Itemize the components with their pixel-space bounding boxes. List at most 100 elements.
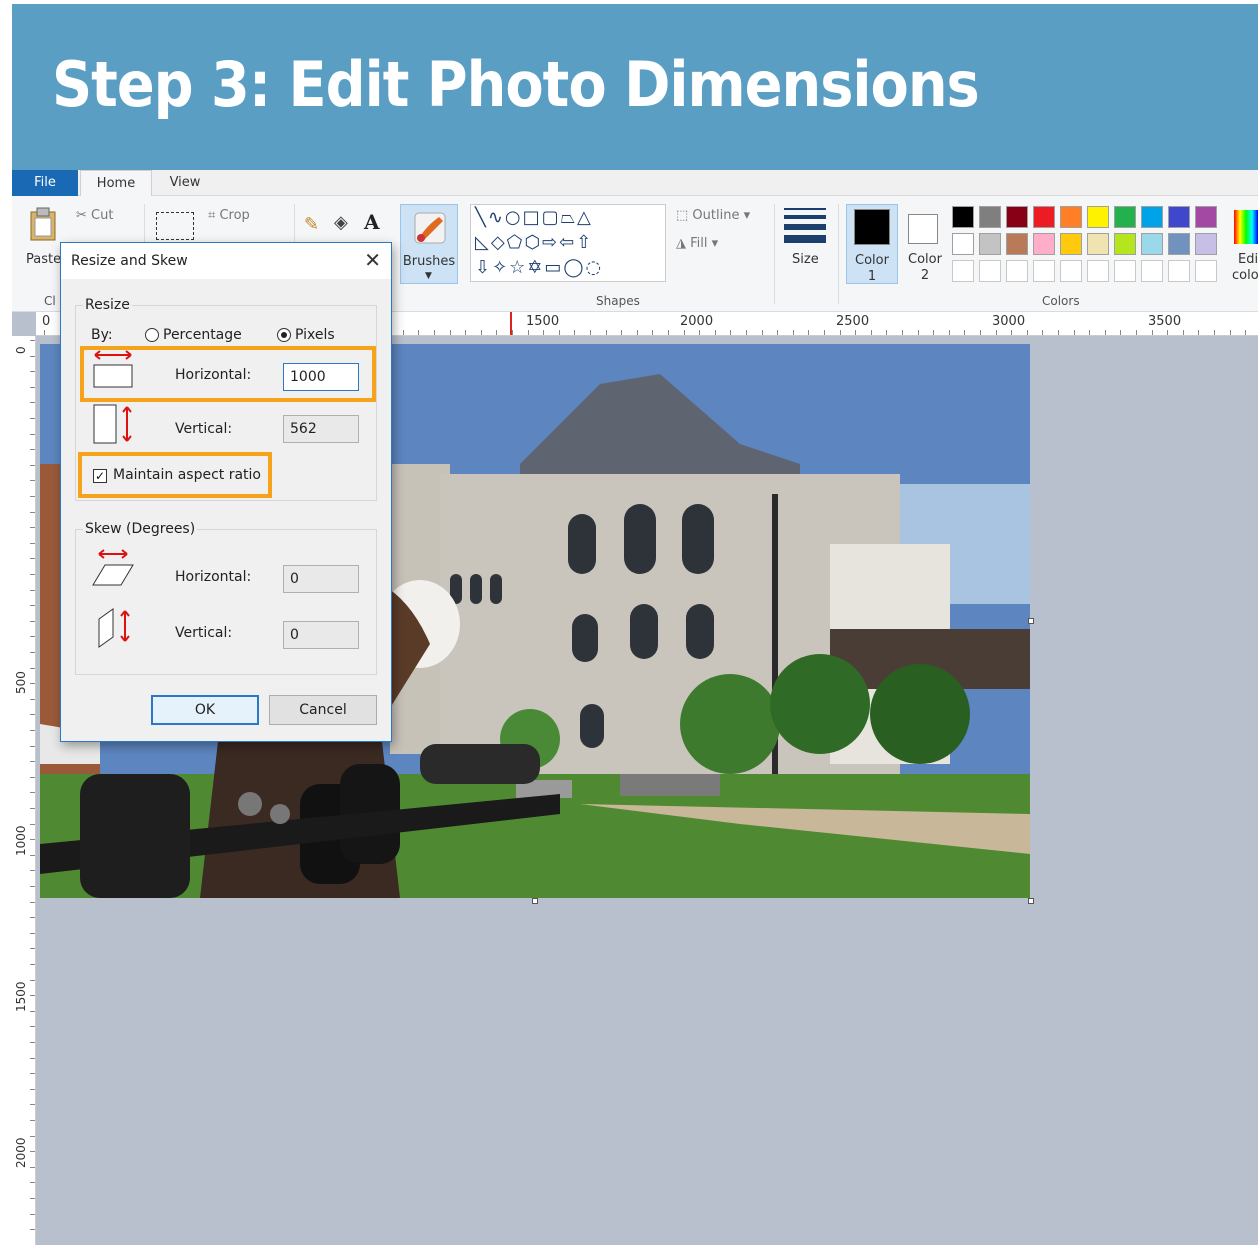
size-label[interactable]: Size bbox=[792, 252, 819, 267]
fill-button[interactable]: ◮ Fill ▾ bbox=[676, 236, 718, 251]
ok-button[interactable]: OK bbox=[151, 695, 259, 725]
ruler-tick bbox=[30, 433, 35, 435]
resize-handle[interactable] bbox=[532, 898, 538, 904]
pixels-label[interactable]: Pixels bbox=[295, 327, 335, 343]
edit-colors-button[interactable]: Edi colo bbox=[1230, 204, 1258, 284]
paste-icon[interactable] bbox=[28, 206, 58, 242]
ruler-tick bbox=[543, 330, 545, 335]
color-swatch[interactable] bbox=[979, 233, 1001, 255]
ruler-tick bbox=[30, 823, 35, 825]
ruler-tick bbox=[621, 330, 623, 335]
color-swatch[interactable] bbox=[1114, 260, 1136, 282]
color-swatch[interactable] bbox=[1087, 260, 1109, 282]
color2-label: Color bbox=[908, 252, 942, 267]
cut-button[interactable]: ✂ Cut bbox=[76, 208, 113, 223]
tab-file[interactable]: File bbox=[12, 170, 78, 196]
close-icon[interactable]: ✕ bbox=[364, 250, 381, 270]
resize-handle[interactable] bbox=[1028, 618, 1034, 624]
ruler-tick bbox=[558, 330, 560, 335]
percentage-radio[interactable] bbox=[145, 328, 159, 342]
ruler-tick bbox=[1245, 330, 1247, 335]
cancel-button[interactable]: Cancel bbox=[269, 695, 377, 725]
color-swatch[interactable] bbox=[952, 206, 974, 228]
ruler-tick bbox=[761, 330, 763, 335]
color2-button[interactable]: Color 2 bbox=[902, 204, 948, 284]
ruler-tick bbox=[30, 558, 35, 560]
select-icon[interactable] bbox=[156, 212, 194, 240]
color-swatch[interactable] bbox=[1087, 206, 1109, 228]
color-swatch[interactable] bbox=[1087, 233, 1109, 255]
color-swatch[interactable] bbox=[1006, 260, 1028, 282]
ruler-tick bbox=[30, 511, 35, 513]
shapes-gallery[interactable]: ╲∿○□▢⏢△ ◺◇⬠⬡⇨⇦⇧ ⇩✧☆✡▭◯◌ bbox=[470, 204, 666, 282]
color-swatch[interactable] bbox=[1060, 233, 1082, 255]
color-swatch[interactable] bbox=[1006, 233, 1028, 255]
fill-bucket-icon[interactable]: ◈ bbox=[334, 212, 348, 233]
color-swatch[interactable] bbox=[1141, 206, 1163, 228]
tab-view[interactable]: View bbox=[160, 170, 210, 196]
color-swatch[interactable] bbox=[952, 233, 974, 255]
color-swatch[interactable] bbox=[1060, 206, 1082, 228]
skew-vertical-input[interactable]: 0 bbox=[283, 621, 359, 649]
brushes-button[interactable]: Brushes ▼ bbox=[400, 204, 458, 284]
color-swatch[interactable] bbox=[1114, 206, 1136, 228]
ruler-label: 2500 bbox=[836, 314, 870, 329]
ruler-tick bbox=[1182, 330, 1184, 335]
color-swatch[interactable] bbox=[1141, 260, 1163, 282]
color-swatch[interactable] bbox=[979, 260, 1001, 282]
color-swatch[interactable] bbox=[1168, 206, 1190, 228]
shapes-row-3: ⇩✧☆✡▭◯◌ bbox=[475, 257, 604, 278]
ruler-tick bbox=[777, 330, 779, 335]
tab-home[interactable]: Home bbox=[80, 170, 152, 198]
color-swatch[interactable] bbox=[1033, 233, 1055, 255]
pixels-radio[interactable] bbox=[277, 328, 291, 342]
text-icon[interactable]: A bbox=[364, 210, 380, 234]
color1-button[interactable]: Color 1 bbox=[846, 204, 898, 284]
ruler-label: 2000 bbox=[14, 1137, 28, 1168]
fill-icon: ◮ bbox=[676, 236, 691, 251]
percentage-label[interactable]: Percentage bbox=[163, 327, 242, 343]
resize-handle[interactable] bbox=[1028, 898, 1034, 904]
ruler-tick bbox=[30, 1026, 35, 1028]
size-icon[interactable] bbox=[784, 208, 826, 243]
color-swatch[interactable] bbox=[952, 260, 974, 282]
pencil-icon[interactable]: ✎ bbox=[304, 214, 319, 235]
ruler-tick bbox=[886, 330, 888, 335]
ruler-tick bbox=[30, 886, 35, 887]
color1-number: 1 bbox=[867, 269, 877, 284]
ruler-tick bbox=[30, 480, 35, 482]
ruler-tick bbox=[746, 330, 747, 335]
ruler-tick bbox=[1089, 330, 1091, 335]
color-swatch[interactable] bbox=[979, 206, 1001, 228]
ruler-tick bbox=[730, 330, 732, 335]
color-swatch[interactable] bbox=[1195, 260, 1217, 282]
color-swatch[interactable] bbox=[1141, 233, 1163, 255]
vertical-label: Vertical: bbox=[175, 421, 233, 437]
ruler-tick bbox=[30, 340, 35, 341]
title-banner: Step 3: Edit Photo Dimensions bbox=[12, 4, 1258, 170]
ruler-tick bbox=[808, 330, 810, 335]
ruler-tick bbox=[1136, 330, 1137, 335]
outline-button[interactable]: ⬚ Outline ▾ bbox=[676, 208, 750, 223]
color-swatch[interactable] bbox=[1060, 260, 1082, 282]
color-swatch[interactable] bbox=[1195, 233, 1217, 255]
ruler-tick bbox=[1198, 330, 1200, 335]
brush-icon bbox=[414, 212, 446, 244]
paste-button-label[interactable]: Paste bbox=[26, 252, 61, 267]
ruler-tick bbox=[964, 330, 966, 335]
color-swatch[interactable] bbox=[1114, 233, 1136, 255]
color-swatch[interactable] bbox=[1033, 260, 1055, 282]
color-swatch[interactable] bbox=[1033, 206, 1055, 228]
ruler-tick bbox=[30, 714, 35, 716]
skew-horizontal-input[interactable]: 0 bbox=[283, 565, 359, 593]
crop-button[interactable]: ⌗ Crop bbox=[208, 208, 250, 223]
by-label: By: bbox=[91, 327, 113, 343]
edit-colors-label: Edi bbox=[1238, 252, 1258, 267]
vertical-pixels-input[interactable]: 562 bbox=[283, 415, 359, 443]
color-swatch[interactable] bbox=[1168, 260, 1190, 282]
color-swatch[interactable] bbox=[1168, 233, 1190, 255]
ruler-tick bbox=[30, 808, 35, 809]
color-swatch[interactable] bbox=[1006, 206, 1028, 228]
ruler-tick bbox=[527, 330, 529, 335]
color-swatch[interactable] bbox=[1195, 206, 1217, 228]
